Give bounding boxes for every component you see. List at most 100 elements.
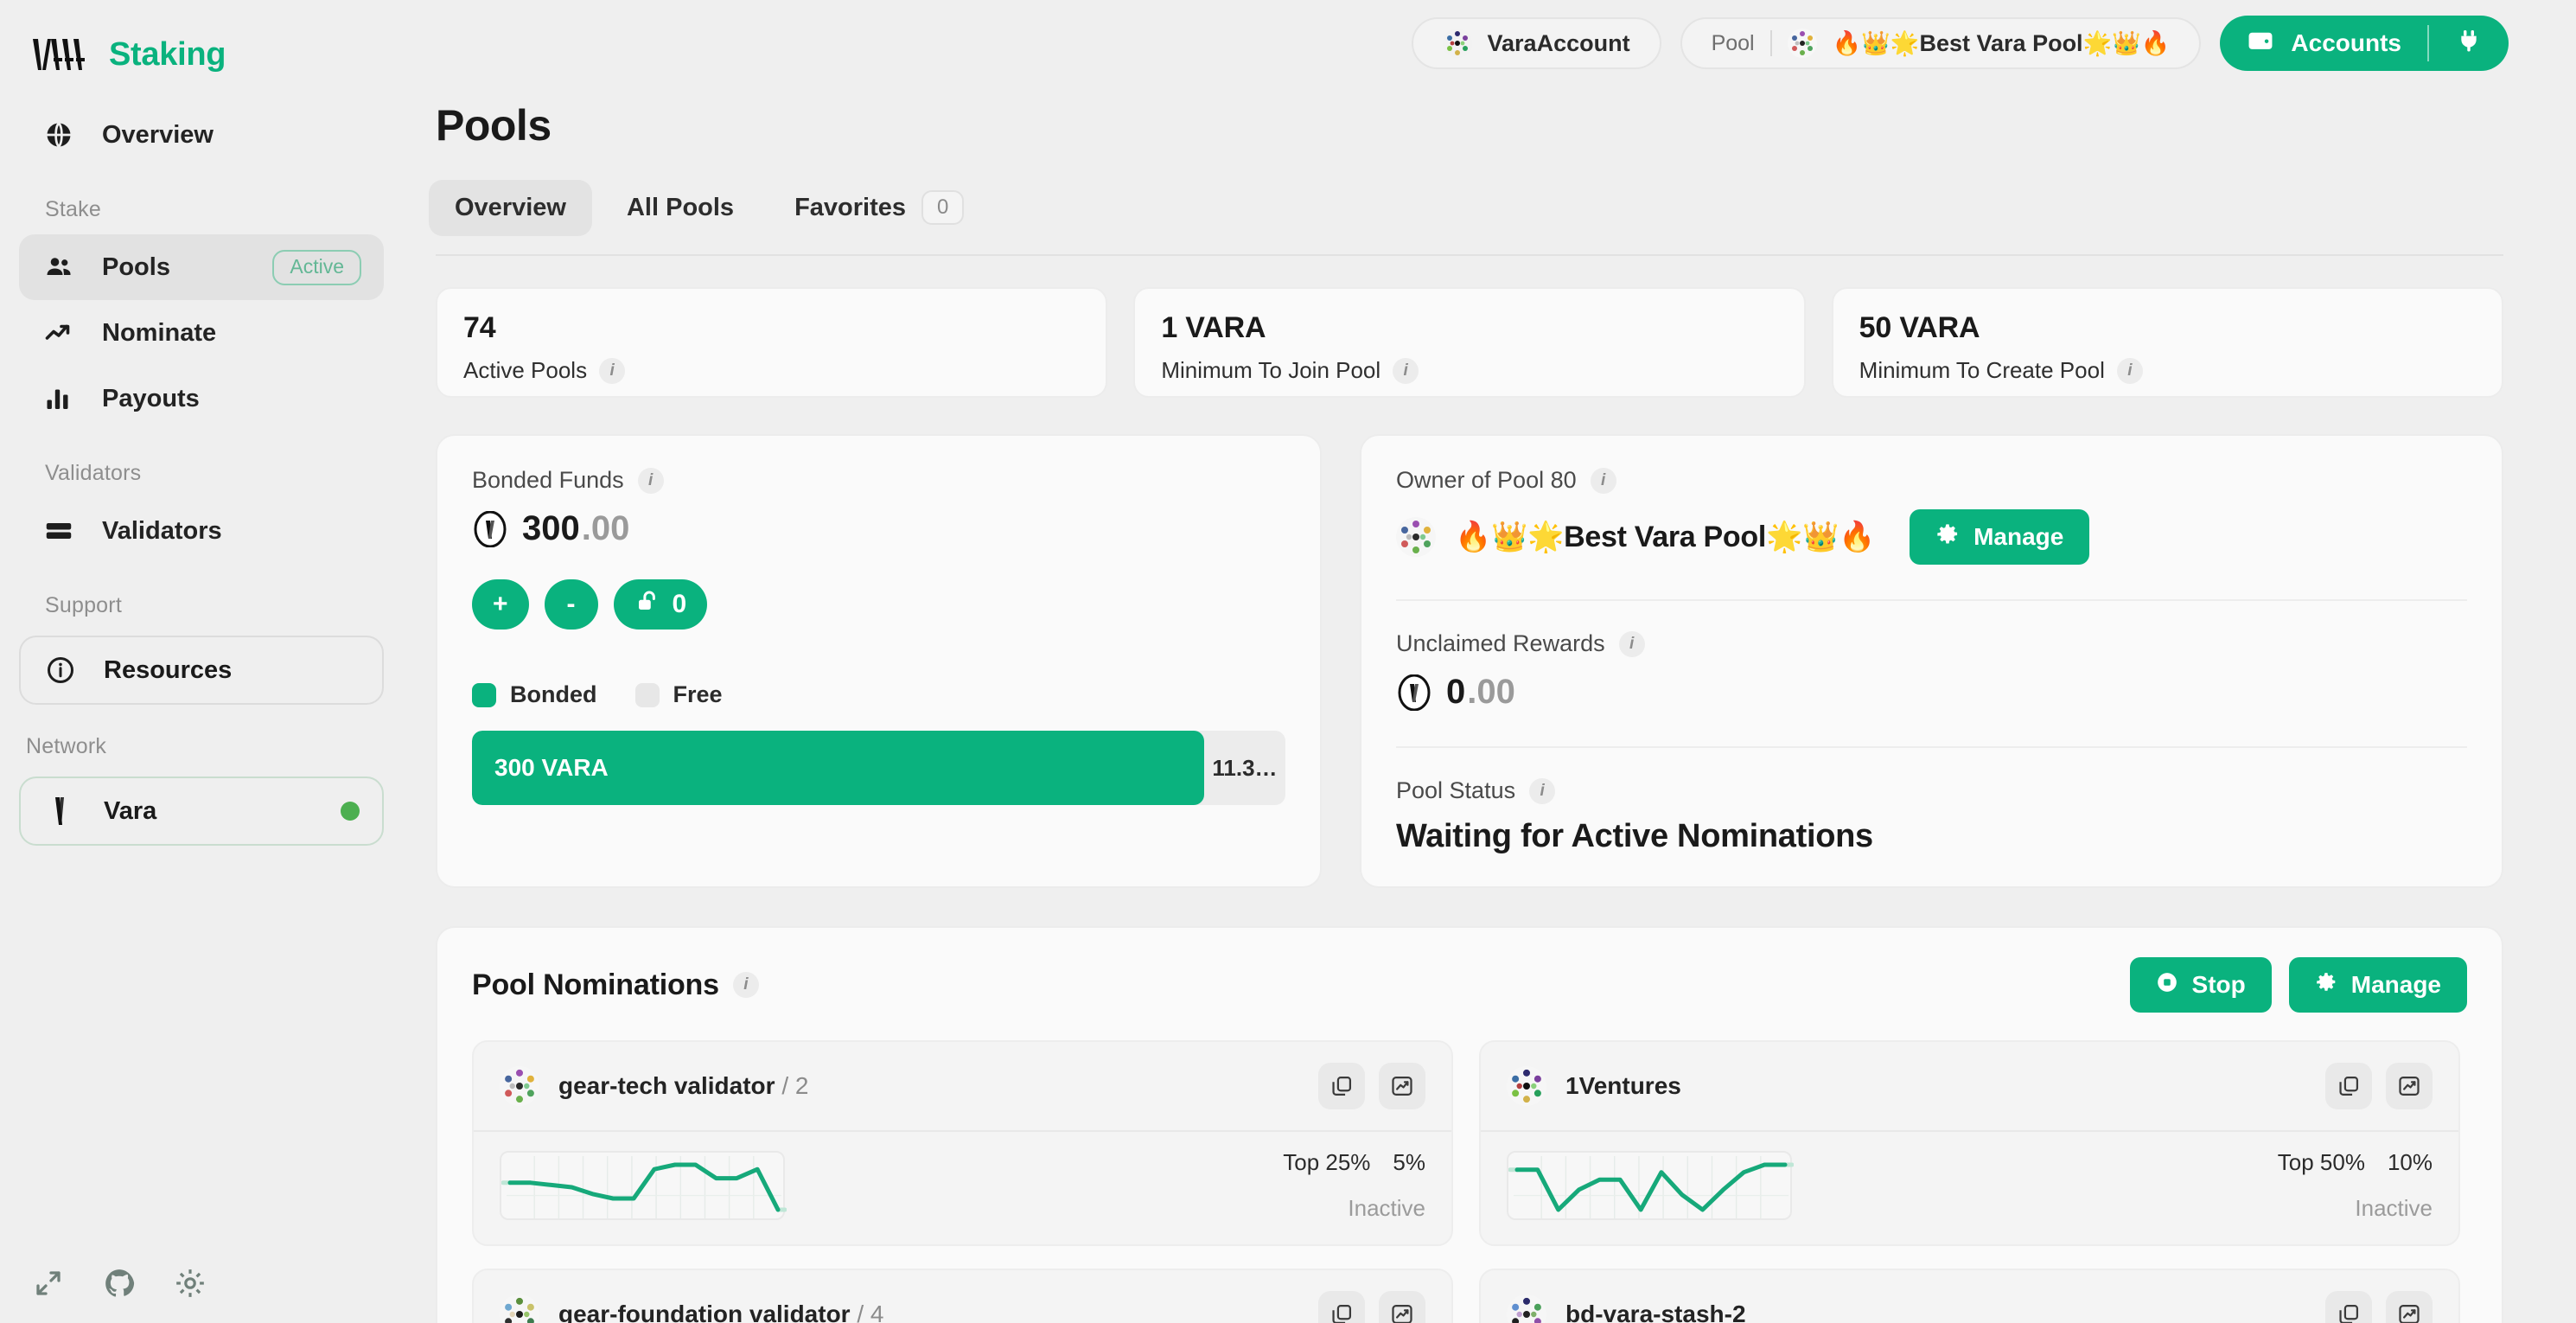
chart-icon[interactable] xyxy=(2386,1291,2433,1323)
divider xyxy=(1770,30,1772,56)
sidebar-item-label: Overview xyxy=(102,121,214,150)
stop-icon xyxy=(2156,971,2178,1000)
identicon xyxy=(500,1066,539,1106)
bonded-funds-int: 300 xyxy=(522,509,580,548)
pool-owner-panel: Owner of Pool 80 i 🔥👑 xyxy=(1360,434,2503,888)
nomination-card-actions xyxy=(2325,1291,2433,1323)
accounts-button-label: Accounts xyxy=(2291,29,2401,57)
brand[interactable]: Staking xyxy=(0,0,403,86)
info-icon[interactable]: i xyxy=(599,358,625,384)
status-badge: Active xyxy=(272,250,361,285)
stat-card-min-join: 1 VARA Minimum To Join Pool i xyxy=(1133,287,1805,398)
nomination-card-actions xyxy=(1318,1063,1425,1109)
nomination-card-header: 1Ventures xyxy=(1481,1042,2458,1132)
sidebar-nav: Overview Stake Pools Active xyxy=(0,86,403,630)
bar-segment-free: 11.3… xyxy=(1204,731,1285,805)
nomination-card[interactable]: gear-tech validator / 2 xyxy=(472,1040,1453,1246)
unclaimed-rewards-amount: 0 .00 xyxy=(1396,673,2467,712)
bond-remove-button[interactable]: - xyxy=(545,579,598,630)
sidebar-group-label-validators: Validators xyxy=(19,431,384,498)
stat-value: 1 VARA xyxy=(1161,311,1777,345)
wallet-icon xyxy=(2246,26,2275,61)
owner-name: 🔥👑🌟Best Vara Pool🌟👑🔥 xyxy=(1455,520,1875,554)
identicon xyxy=(500,1294,539,1323)
sidebar-item-label: Validators xyxy=(102,517,222,546)
copy-icon[interactable] xyxy=(2325,1291,2372,1323)
nomination-sparkline xyxy=(1507,1151,1792,1220)
plug-button[interactable] xyxy=(2429,16,2509,71)
sidebar-item-nominate[interactable]: Nominate xyxy=(19,300,384,366)
tabs: Overview All Pools Favorites 0 xyxy=(415,150,2514,239)
nomination-sparkline xyxy=(500,1151,785,1220)
info-icon[interactable]: i xyxy=(1619,631,1645,657)
nomination-validator-suffix: / 2 xyxy=(781,1072,808,1099)
info-icon[interactable]: i xyxy=(2117,358,2143,384)
sidebar-item-pools[interactable]: Pools Active xyxy=(19,234,384,300)
accounts-button[interactable]: Accounts xyxy=(2220,16,2509,71)
pool-label: 🔥👑🌟Best Vara Pool🌟👑🔥 xyxy=(1833,29,2171,57)
copy-icon[interactable] xyxy=(1318,1063,1365,1109)
page-title: Pools xyxy=(415,86,2514,150)
stat-cards: 74 Active Pools i 1 VARA Minimum To Join… xyxy=(415,256,2514,398)
sidebar-item-label: Nominate xyxy=(102,319,216,348)
rewards-title: Unclaimed Rewards xyxy=(1396,630,1605,657)
nominations-manage-button[interactable]: Manage xyxy=(2289,957,2467,1013)
chart-icon[interactable] xyxy=(1379,1291,1425,1323)
tab-label: Overview xyxy=(455,194,566,222)
sidebar-item-resources[interactable]: Resources xyxy=(19,636,384,705)
tab-all-pools[interactable]: All Pools xyxy=(601,180,760,236)
nomination-rank-row: Top 50% 10% xyxy=(2278,1149,2433,1176)
chart-icon[interactable] xyxy=(1379,1063,1425,1109)
owner-manage-button[interactable]: Manage xyxy=(1910,509,2089,565)
sidebar-item-validators[interactable]: Validators xyxy=(19,498,384,564)
sidebar-item-vara-network[interactable]: Vara xyxy=(19,777,384,846)
sidebar-group-label-stake: Stake xyxy=(19,168,384,234)
chart-icon[interactable] xyxy=(2386,1063,2433,1109)
info-icon[interactable]: i xyxy=(733,972,759,998)
tab-overview[interactable]: Overview xyxy=(429,180,592,236)
nomination-status: Inactive xyxy=(1283,1195,1425,1222)
unlock-chunks-button[interactable]: 0 xyxy=(614,579,708,630)
info-icon[interactable]: i xyxy=(1591,468,1616,494)
copy-icon[interactable] xyxy=(2325,1063,2372,1109)
gear-icon[interactable] xyxy=(173,1266,207,1301)
divider xyxy=(1396,746,2467,748)
vara-coin-icon xyxy=(1396,674,1432,711)
gear-icon xyxy=(1935,522,1960,553)
info-icon[interactable]: i xyxy=(638,468,664,494)
account-selector[interactable]: VaraAccount xyxy=(1412,17,1661,69)
tab-favorites[interactable]: Favorites 0 xyxy=(768,176,990,239)
divider xyxy=(1396,599,2467,601)
sidebar-item-payouts[interactable]: Payouts xyxy=(19,366,384,431)
card-icon xyxy=(41,514,76,548)
nomination-card[interactable]: 1Ventures xyxy=(1479,1040,2460,1246)
info-icon[interactable]: i xyxy=(1393,358,1419,384)
pool-status-title-row: Pool Status i xyxy=(1396,777,2467,804)
info-icon[interactable]: i xyxy=(1529,778,1555,804)
rewards-int: 0 xyxy=(1446,673,1465,712)
bar-segment-bonded: 300 VARA xyxy=(472,731,1204,805)
nomination-validator-name: gear-foundation validator / 4 xyxy=(558,1301,884,1323)
nomination-card[interactable]: gear-foundation validator / 4 xyxy=(472,1269,1453,1323)
stat-label-row: Minimum To Join Pool i xyxy=(1161,357,1777,384)
nomination-card[interactable]: bd-vara-stash-2 xyxy=(1479,1269,2460,1323)
nomination-validator-name: gear-tech validator / 2 xyxy=(558,1072,808,1100)
sidebar-item-overview[interactable]: Overview xyxy=(19,102,384,168)
legend-label: Free xyxy=(673,681,723,708)
stop-button[interactable]: Stop xyxy=(2130,957,2272,1013)
stat-card-min-create: 50 VARA Minimum To Create Pool i xyxy=(1832,287,2503,398)
collapse-icon[interactable] xyxy=(31,1266,66,1301)
stat-label: Minimum To Create Pool xyxy=(1859,357,2105,384)
pool-status-value: Waiting for Active Nominations xyxy=(1396,818,2467,855)
bond-add-button[interactable]: + xyxy=(472,579,529,630)
tab-label: All Pools xyxy=(627,194,734,222)
github-icon[interactable] xyxy=(102,1266,137,1301)
people-icon xyxy=(41,250,76,284)
identicon xyxy=(1443,29,1472,58)
accounts-button-main[interactable]: Accounts xyxy=(2220,16,2427,71)
copy-icon[interactable] xyxy=(1318,1291,1365,1323)
bonded-funds-panel: Bonded Funds i 300 .00 xyxy=(436,434,1322,888)
pool-selector[interactable]: Pool 🔥👑🌟Best Vara Pool🌟👑🔥 xyxy=(1680,17,2202,69)
panel-row: Bonded Funds i 300 .00 xyxy=(415,398,2514,888)
brand-title: Staking xyxy=(109,36,226,74)
